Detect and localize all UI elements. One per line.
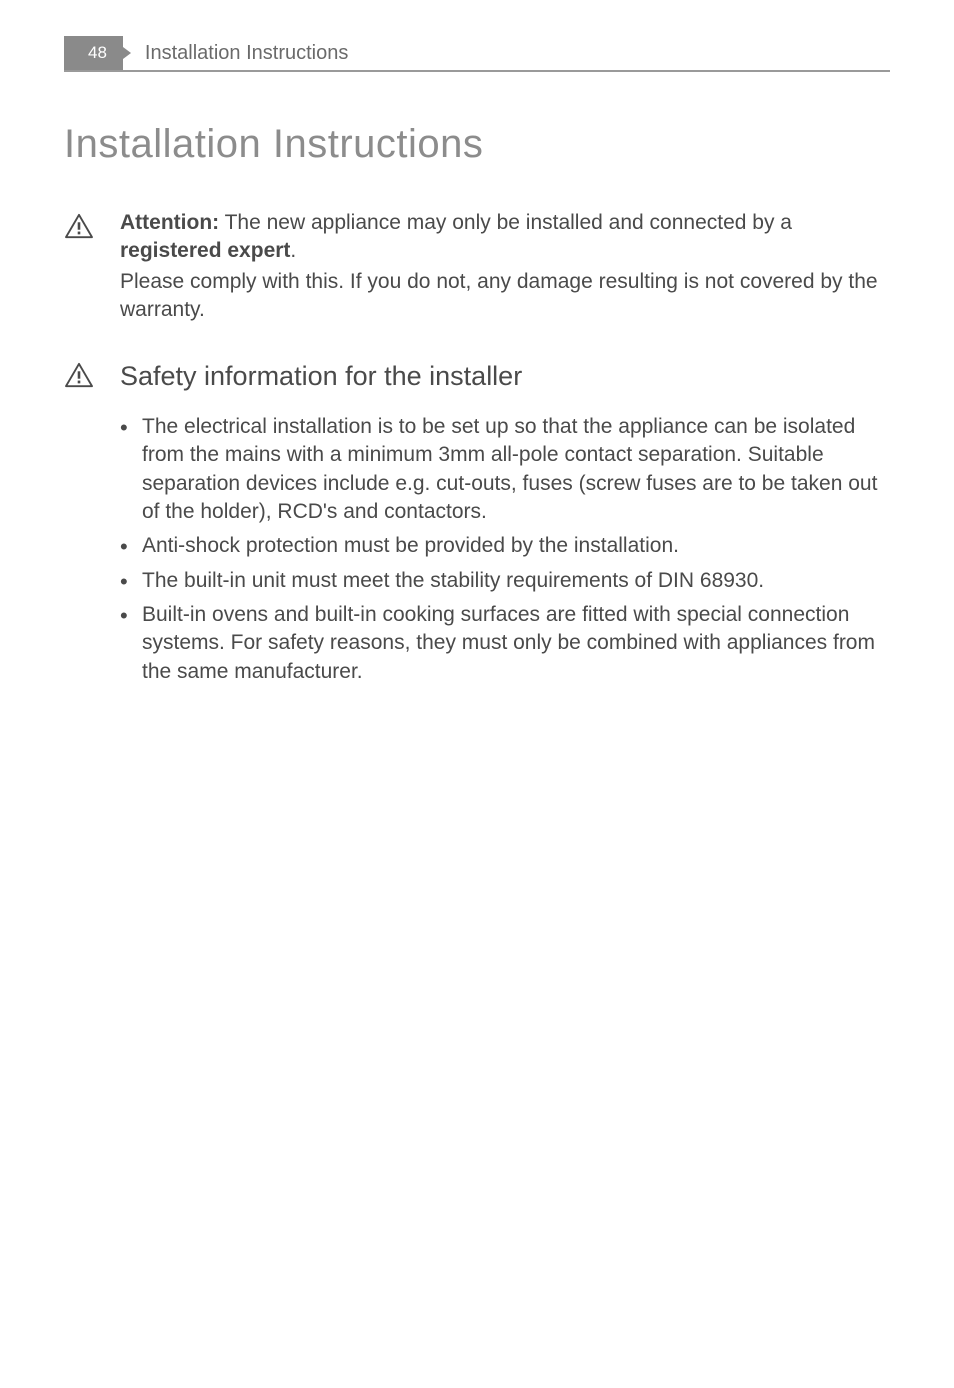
attention-paragraph-1: Attention: The new appliance may only be… bbox=[120, 209, 890, 266]
icon-column bbox=[64, 209, 120, 326]
safety-text: Safety information for the installer The… bbox=[120, 358, 890, 692]
list-item: Anti-shock protection must be provided b… bbox=[120, 532, 890, 560]
list-item: Built-in ovens and built-in cooking surf… bbox=[120, 601, 890, 686]
warning-icon bbox=[64, 213, 94, 239]
list-item: The built-in unit must meet the stabilit… bbox=[120, 567, 890, 595]
main-heading: Installation Instructions bbox=[64, 122, 890, 167]
attention-text-after: . bbox=[290, 239, 296, 262]
content: Installation Instructions Attention: The… bbox=[0, 72, 954, 692]
page-number: 48 bbox=[64, 36, 123, 70]
safety-section: Safety information for the installer The… bbox=[64, 358, 890, 692]
attention-paragraph-2: Please comply with this. If you do not, … bbox=[120, 268, 890, 325]
attention-label: Attention: bbox=[120, 211, 219, 234]
safety-heading: Safety information for the installer bbox=[120, 358, 890, 394]
page-number-text: 48 bbox=[88, 43, 107, 63]
warning-icon bbox=[64, 362, 94, 388]
list-item: The electrical installation is to be set… bbox=[120, 413, 890, 526]
attention-bold-term: registered expert bbox=[120, 239, 290, 262]
icon-column bbox=[64, 358, 120, 692]
bullet-text: Anti-shock protection must be provided b… bbox=[142, 534, 679, 557]
page: 48 Installation Instructions Installatio… bbox=[0, 36, 954, 692]
bullet-text: The electrical installation is to be set… bbox=[142, 415, 877, 523]
bullet-text: Built-in ovens and built-in cooking surf… bbox=[142, 603, 875, 683]
safety-bullet-list: The electrical installation is to be set… bbox=[120, 413, 890, 686]
bullet-text: The built-in unit must meet the stabilit… bbox=[142, 569, 764, 592]
attention-text: Attention: The new appliance may only be… bbox=[120, 209, 890, 326]
attention-text-before: The new appliance may only be installed … bbox=[219, 211, 792, 234]
attention-section: Attention: The new appliance may only be… bbox=[64, 209, 890, 326]
header-bar: 48 Installation Instructions bbox=[64, 36, 890, 72]
running-title: Installation Instructions bbox=[145, 42, 348, 65]
